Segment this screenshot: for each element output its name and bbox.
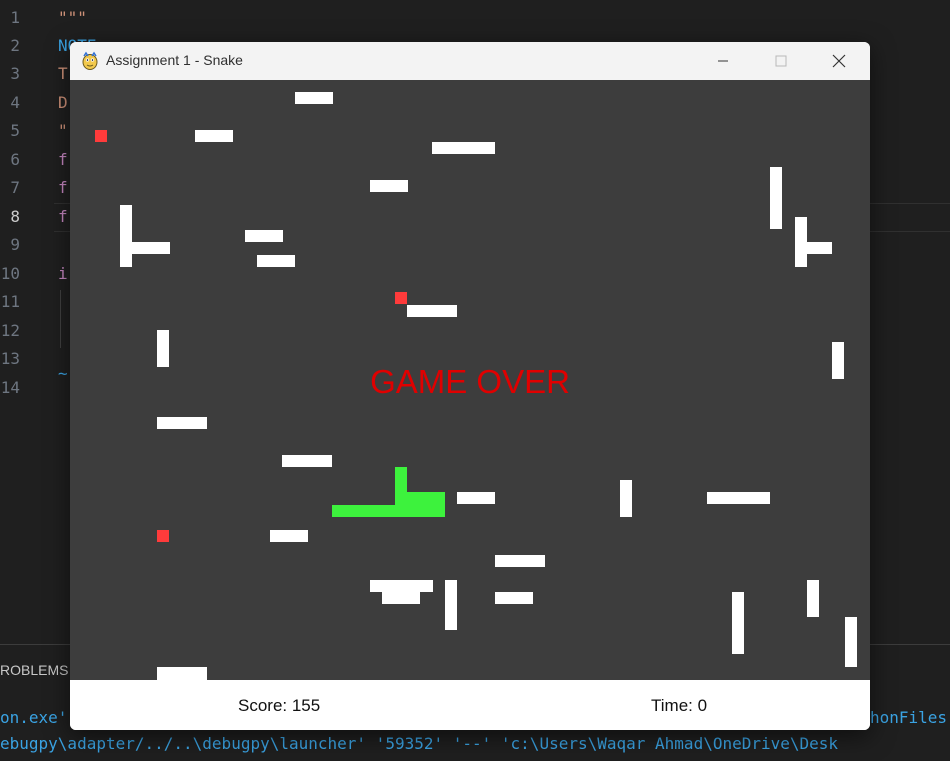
time-label: Time: 0 xyxy=(651,696,708,715)
tab-problems[interactable]: ROBLEMS xyxy=(0,662,68,678)
wall-block xyxy=(257,255,295,267)
minimize-icon xyxy=(718,60,728,62)
code-token: T xyxy=(58,64,68,83)
game-over-message: GAME OVER xyxy=(370,363,570,400)
wall-block xyxy=(732,592,744,654)
line-number-active: 8 xyxy=(10,207,20,226)
wall-block xyxy=(407,305,457,317)
wall-block xyxy=(495,592,533,604)
terminal-line: ebugpy\adapter/../..\debugpy\launcher' '… xyxy=(0,734,839,753)
code-token: " xyxy=(58,121,68,140)
wall-block xyxy=(707,492,770,504)
code-token: D xyxy=(58,93,68,112)
wall-block xyxy=(620,480,632,517)
wall-block xyxy=(295,92,333,104)
terminal-line: on.exe' xyxy=(0,708,68,727)
wall-block xyxy=(132,242,170,254)
line-number: 6 xyxy=(10,150,20,169)
code-token: ~ xyxy=(58,364,68,383)
wall-block xyxy=(370,580,433,592)
code-token: f xyxy=(58,207,68,226)
close-button[interactable] xyxy=(810,42,868,80)
wall-block xyxy=(807,242,832,254)
wall-block xyxy=(370,180,408,192)
wall-block xyxy=(807,580,819,617)
wall-block xyxy=(495,555,545,567)
title-bar[interactable]: Assignment 1 - Snake xyxy=(70,42,870,80)
line-number: 14 xyxy=(0,378,20,397)
game-board[interactable]: GAME OVER xyxy=(70,80,870,680)
window-title: Assignment 1 - Snake xyxy=(106,52,243,68)
code-token: f xyxy=(58,178,68,197)
snake-game-window[interactable]: Assignment 1 - Snake GAME OVER Score: 15… xyxy=(70,42,870,730)
food-pellet xyxy=(157,530,169,542)
code-token: i xyxy=(58,264,68,283)
score-label: Score: 155 xyxy=(238,696,321,715)
wall-block xyxy=(120,205,132,267)
wall-block xyxy=(157,417,207,429)
pygame-snake-icon xyxy=(82,51,98,70)
status-bar: Score: 155 Time: 0 xyxy=(70,680,870,730)
code-token: f xyxy=(58,150,68,169)
wall-block xyxy=(845,617,857,667)
wall-block xyxy=(195,130,233,142)
terminal-line: honFiles xyxy=(870,708,948,727)
maximize-button[interactable] xyxy=(752,42,810,80)
line-number: 1 xyxy=(10,8,20,27)
code-token: """ xyxy=(58,8,87,27)
line-number: 4 xyxy=(10,93,20,112)
minimize-button[interactable] xyxy=(694,42,752,80)
snake-body xyxy=(395,467,407,505)
wall-block xyxy=(432,142,495,154)
wall-block xyxy=(245,230,283,242)
food-pellet xyxy=(395,292,407,304)
close-icon xyxy=(832,54,846,68)
indent-guide xyxy=(60,290,61,348)
wall-block xyxy=(282,455,332,467)
line-number: 13 xyxy=(0,349,20,368)
wall-block xyxy=(157,330,169,367)
line-number: 5 xyxy=(10,121,20,140)
snake-body xyxy=(332,505,445,517)
line-number: 11 xyxy=(0,292,20,311)
wall-block xyxy=(157,667,207,680)
snake-body xyxy=(407,492,445,505)
line-number: 10 xyxy=(0,264,20,283)
line-number: 9 xyxy=(10,235,20,254)
line-number: 3 xyxy=(10,64,20,83)
wall-block xyxy=(770,167,782,229)
line-number: 12 xyxy=(0,321,20,340)
line-number: 2 xyxy=(10,36,20,55)
maximize-icon xyxy=(775,55,787,67)
wall-block xyxy=(457,492,495,504)
line-number: 7 xyxy=(10,178,20,197)
wall-block xyxy=(270,530,308,542)
food-pellet xyxy=(95,130,107,142)
wall-block xyxy=(795,217,807,267)
wall-block xyxy=(382,592,420,604)
wall-block xyxy=(445,580,457,630)
